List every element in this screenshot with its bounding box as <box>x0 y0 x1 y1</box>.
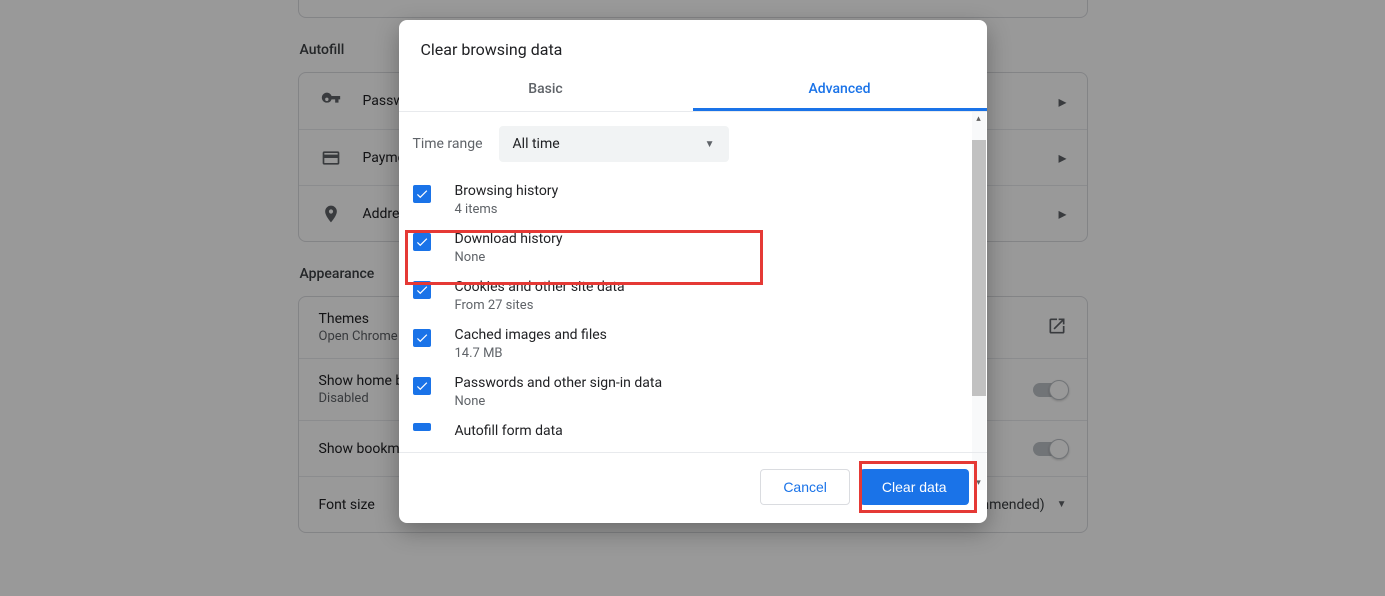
check-item-download-history[interactable]: Download history None <box>413 224 973 272</box>
check-secondary: None <box>455 250 563 265</box>
chevron-down-icon: ▼ <box>705 139 715 150</box>
check-item-autofill[interactable]: Autofill form data <box>413 416 973 446</box>
checkbox[interactable] <box>413 281 431 299</box>
check-primary: Autofill form data <box>455 423 563 439</box>
dialog-tabs: Basic Advanced <box>399 67 987 112</box>
dialog-body: Time range All time ▼ Browsing history 4… <box>399 112 987 452</box>
time-range-row: Time range All time ▼ <box>399 112 987 176</box>
check-item-cached[interactable]: Cached images and files 14.7 MB <box>413 320 973 368</box>
check-secondary: 4 items <box>455 202 559 217</box>
scroll-up-icon[interactable]: ▴ <box>972 112 986 126</box>
check-primary: Passwords and other sign-in data <box>455 375 663 391</box>
check-secondary: From 27 sites <box>455 298 625 313</box>
check-primary: Download history <box>455 231 563 247</box>
checkbox[interactable] <box>413 233 431 251</box>
dialog-footer: Cancel Clear data <box>399 452 987 523</box>
cancel-button[interactable]: Cancel <box>760 469 850 505</box>
modal-overlay: Clear browsing data Basic Advanced Time … <box>0 0 1385 596</box>
check-primary: Browsing history <box>455 183 559 199</box>
check-item-passwords[interactable]: Passwords and other sign-in data None <box>413 368 973 416</box>
check-item-cookies[interactable]: Cookies and other site data From 27 site… <box>413 272 973 320</box>
checkbox[interactable] <box>413 329 431 347</box>
check-primary: Cached images and files <box>455 327 607 343</box>
time-range-select[interactable]: All time ▼ <box>499 126 729 162</box>
dialog-title: Clear browsing data <box>399 20 987 67</box>
time-range-label: Time range <box>413 136 483 152</box>
checkbox[interactable] <box>413 377 431 395</box>
check-list: Browsing history 4 items Download histor… <box>399 176 987 452</box>
check-item-browsing-history[interactable]: Browsing history 4 items <box>413 176 973 224</box>
check-primary: Cookies and other site data <box>455 279 625 295</box>
tab-basic[interactable]: Basic <box>399 67 693 111</box>
check-secondary: None <box>455 394 663 409</box>
tab-advanced[interactable]: Advanced <box>693 67 987 111</box>
scrollbar[interactable]: ▴ ▾ <box>972 112 986 490</box>
scroll-thumb[interactable] <box>972 140 986 396</box>
check-secondary: 14.7 MB <box>455 346 607 361</box>
checkbox[interactable] <box>413 185 431 203</box>
clear-browsing-data-dialog: Clear browsing data Basic Advanced Time … <box>399 20 987 523</box>
clear-data-button[interactable]: Clear data <box>860 469 969 505</box>
checkbox[interactable] <box>413 423 431 431</box>
time-range-value: All time <box>513 136 560 152</box>
